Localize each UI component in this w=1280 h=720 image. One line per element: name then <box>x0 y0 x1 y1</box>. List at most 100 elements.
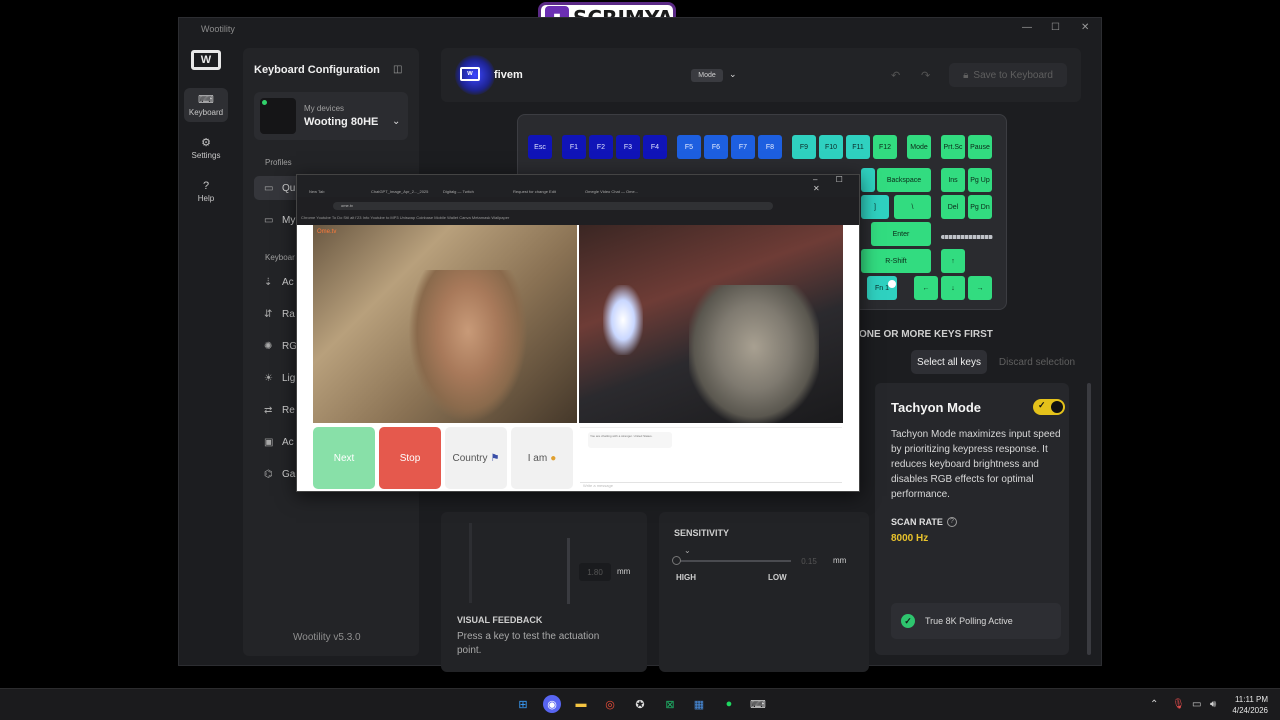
key-pause[interactable]: Pause <box>968 135 992 159</box>
profiles-label: Profiles <box>265 158 292 167</box>
remap-icon: ⇄ <box>264 404 273 416</box>
network-icon[interactable]: ▭ <box>1192 699 1201 710</box>
collapse-sidebar-icon[interactable]: ◫ <box>393 64 402 75</box>
sensitivity-slider-knob[interactable] <box>672 556 681 565</box>
key-f2[interactable]: F2 <box>589 135 613 159</box>
key-f1[interactable]: F1 <box>562 135 586 159</box>
browser-tab[interactable]: New Tab <box>309 189 325 197</box>
lighting-icon: ☀ <box>264 372 273 384</box>
key-f8[interactable]: F8 <box>758 135 782 159</box>
nav-keyboard[interactable]: ⌨ Keyboard <box>184 88 228 122</box>
browser-window: New Tab ChatGPT_Image_Apr_2..._2025 Digi… <box>296 174 860 492</box>
key-f4[interactable]: F4 <box>643 135 667 159</box>
profile-name[interactable]: fivem <box>494 69 523 81</box>
browser-tab[interactable]: ChatGPT_Image_Apr_2..._2025 <box>371 189 428 197</box>
actuation-input[interactable]: 1.80 <box>579 563 611 581</box>
browser-tab[interactable]: Request for change Edit <box>513 189 556 197</box>
next-label: Next <box>333 452 355 464</box>
nav-settings[interactable]: ⚙ Settings <box>184 131 228 165</box>
key-partial[interactable] <box>861 168 875 192</box>
device-name: Wooting 80HE <box>304 116 379 128</box>
device-selector[interactable]: My devices Wooting 80HE ⌄ <box>254 92 408 140</box>
redo-icon[interactable]: ↷ <box>921 69 930 82</box>
app-icon[interactable]: ▦ <box>690 695 708 713</box>
actuation-unit: mm <box>617 567 631 576</box>
key-del[interactable]: Del <box>941 195 965 219</box>
key-arrow-up[interactable]: ↑ <box>941 249 965 273</box>
chrome-icon[interactable]: ◎ <box>601 695 619 713</box>
key-ins[interactable]: Ins <box>941 168 965 192</box>
microphone-icon[interactable]: 🎙︎ <box>1172 699 1185 710</box>
key-f10[interactable]: F10 <box>819 135 843 159</box>
sidebar-item-label: Lig <box>282 372 296 384</box>
key-esc[interactable]: Esc <box>528 135 552 159</box>
lock-icon: 🔒︎ <box>963 69 969 81</box>
minimize-button[interactable]: — <box>1022 22 1032 33</box>
country-label: Country <box>452 452 488 464</box>
clock[interactable]: 11:11 PM 4/24/2026 <box>1224 694 1268 716</box>
scrollbar[interactable] <box>1087 383 1091 655</box>
discard-selection-button[interactable]: Discard selection <box>995 350 1079 374</box>
sensitivity-input[interactable]: 0.15 <box>791 553 827 569</box>
address-bar[interactable]: ome.tv <box>333 202 773 210</box>
undo-icon[interactable]: ↶ <box>891 69 900 82</box>
bookmarks-bar[interactable]: Chrome Youtube To Do Stil ait l'23 Info … <box>301 214 857 222</box>
key-f5[interactable]: F5 <box>677 135 701 159</box>
excel-icon[interactable]: ⊠ <box>661 695 679 713</box>
key-mode[interactable]: Mode <box>907 135 931 159</box>
close-button[interactable]: ✕ <box>1081 22 1089 33</box>
key-arrow-down[interactable]: ↓ <box>941 276 965 300</box>
stop-button[interactable]: Stop <box>379 427 441 489</box>
windows-start-icon[interactable]: ⊞ <box>514 695 532 713</box>
key-f3[interactable]: F3 <box>616 135 640 159</box>
key-arrow-left[interactable]: ← <box>914 276 938 300</box>
chevron-down-icon[interactable]: ⌄ <box>729 69 737 80</box>
volume-icon[interactable]: 🔊︎ <box>1210 699 1216 710</box>
save-label: Save to Keyboard <box>973 69 1053 81</box>
next-button[interactable]: Next <box>313 427 375 489</box>
selected-key-dot <box>888 280 896 288</box>
browser-tab[interactable]: Digitalg — Twitch <box>443 189 474 197</box>
key-arrow-right[interactable]: → <box>968 276 992 300</box>
info-icon[interactable]: ? <box>947 517 957 527</box>
key-f7[interactable]: F7 <box>731 135 755 159</box>
local-video <box>313 225 577 423</box>
save-to-keyboard-button[interactable]: 🔒︎ Save to Keyboard <box>949 63 1067 87</box>
tachyon-toggle[interactable]: ✓ <box>1033 399 1065 415</box>
actuation-slider[interactable] <box>567 538 570 604</box>
tachyon-title: Tachyon Mode <box>891 400 982 415</box>
discord-icon[interactable]: ◉ <box>543 695 561 713</box>
profile-icon: ▭ <box>264 182 274 194</box>
browser-window-controls[interactable]: – ☐ ✕ <box>813 175 859 193</box>
maximize-button[interactable]: ☐ <box>1051 22 1060 33</box>
key-f9[interactable]: F9 <box>792 135 816 159</box>
key-f6[interactable]: F6 <box>704 135 728 159</box>
key-rshift[interactable]: R-Shift <box>861 249 931 273</box>
key-f11[interactable]: F11 <box>846 135 870 159</box>
steam-icon[interactable]: ✪ <box>631 695 649 713</box>
key-pgdn[interactable]: Pg Dn <box>968 195 992 219</box>
key-backspace[interactable]: Backspace <box>877 168 931 192</box>
nav-help[interactable]: ? Help <box>184 174 228 208</box>
chevron-up-icon[interactable]: ⌃ <box>1150 699 1158 710</box>
key-backslash[interactable]: \ <box>894 195 931 219</box>
chat-input[interactable]: Write a message <box>580 482 842 490</box>
key-prtsc[interactable]: Prt.Sc <box>941 135 965 159</box>
browser-tab-active[interactable]: Omegle Video Chat — Ome... <box>585 189 638 197</box>
mode-badge[interactable]: Mode <box>691 69 723 82</box>
key-bracket-right[interactable]: ] <box>861 195 889 219</box>
face-icon: ● <box>550 452 557 464</box>
sidebar-title: Keyboard Configuration <box>254 64 380 76</box>
chevron-down-icon[interactable]: ⌄ <box>684 546 691 555</box>
key-pgup[interactable]: Pg Up <box>968 168 992 192</box>
file-explorer-icon[interactable]: ▬ <box>572 695 590 713</box>
spotify-icon[interactable]: ● <box>720 695 738 713</box>
country-button[interactable]: Country ⚑ <box>445 427 507 489</box>
key-enter[interactable]: Enter <box>871 222 931 246</box>
wootility-taskbar-icon[interactable]: ⌨ <box>749 695 767 713</box>
sensitivity-slider-track[interactable] <box>675 560 791 562</box>
advanced-keys-icon: ▣ <box>264 436 274 448</box>
select-all-keys-button[interactable]: Select all keys <box>911 350 987 374</box>
i-am-button[interactable]: I am ● <box>511 427 573 489</box>
key-f12[interactable]: F12 <box>873 135 897 159</box>
